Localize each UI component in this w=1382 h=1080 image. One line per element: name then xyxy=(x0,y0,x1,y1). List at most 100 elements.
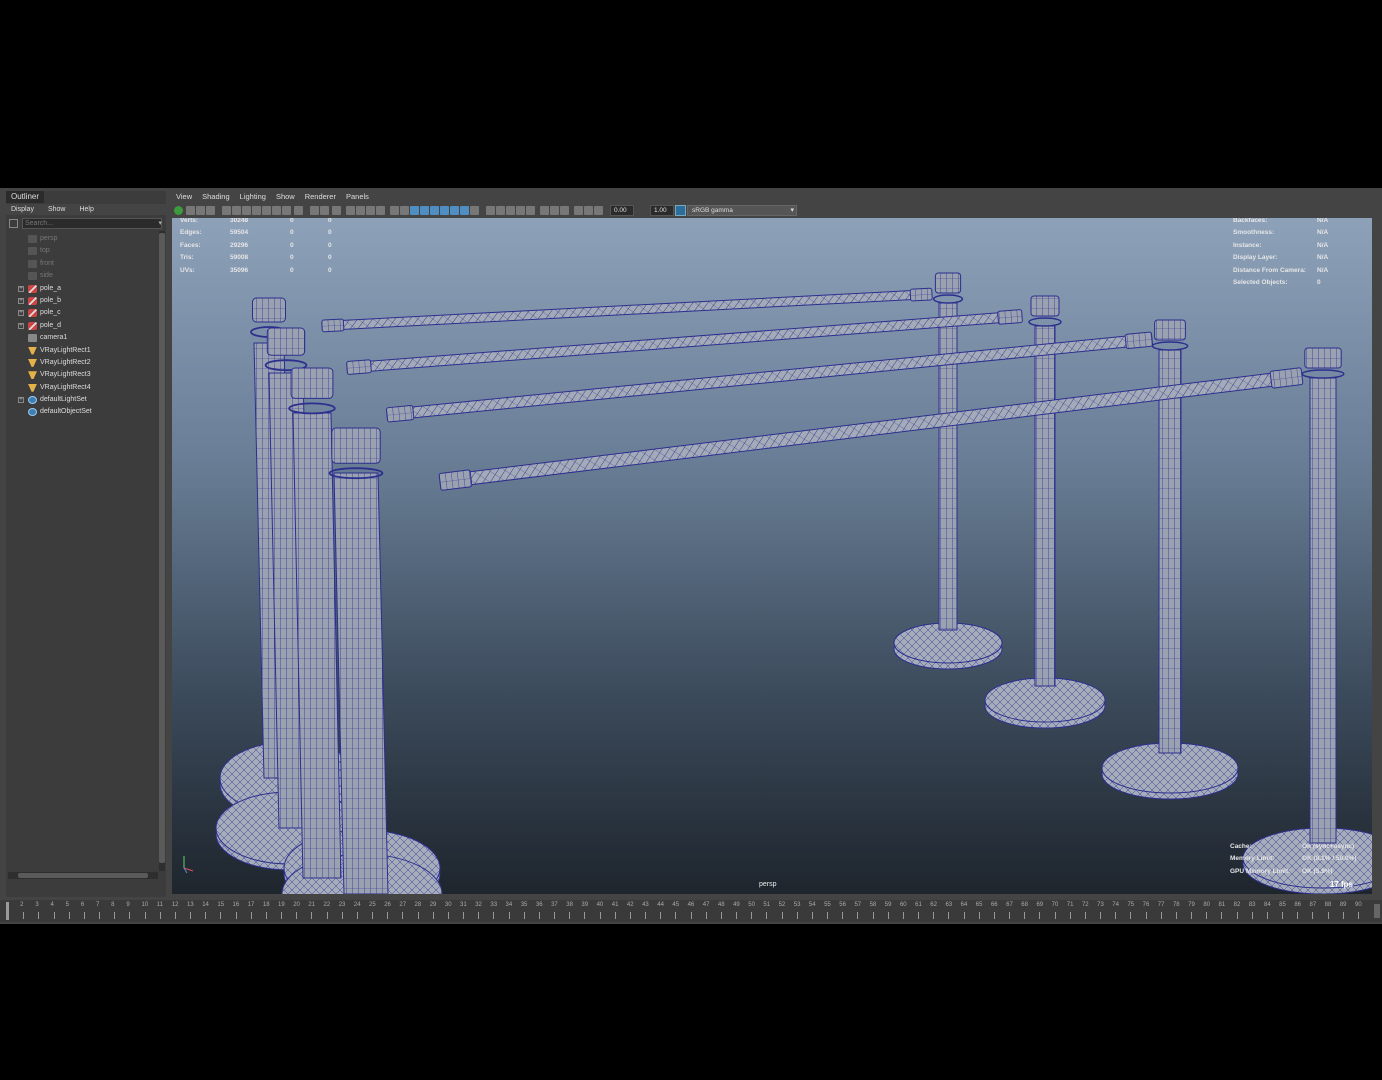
toolbar-button-icon[interactable] xyxy=(206,206,215,215)
outliner-item-VRayLightRect3[interactable]: VRayLightRect3 xyxy=(6,369,156,381)
toolbar-button-icon[interactable] xyxy=(540,206,549,215)
toolbar-button-icon[interactable] xyxy=(272,206,281,215)
time-slider[interactable]: 2 3 4 5 6 7 8 9 10 11 12 13 14 15 16 17 18 19 20 21 22 23 24 25… xyxy=(0,900,1382,922)
frame-number: 58 xyxy=(869,902,877,908)
toolbar-button-icon[interactable] xyxy=(174,206,183,215)
expand-icon[interactable]: + xyxy=(18,297,24,304)
outliner-item-pole_d[interactable]: + pole_d xyxy=(6,320,156,332)
frame-tick xyxy=(281,912,283,919)
expand-icon[interactable]: + xyxy=(18,397,24,404)
outliner-tab[interactable]: Outliner xyxy=(6,191,45,203)
frame-number: 52 xyxy=(778,902,786,908)
frame-number: 24 xyxy=(353,902,361,908)
frame-tick xyxy=(857,912,859,919)
toolbar-button-icon[interactable] xyxy=(262,206,271,215)
panel-menu-view[interactable]: View xyxy=(176,192,192,201)
toolbar-button-icon[interactable] xyxy=(440,206,449,215)
toolbar-button-icon[interactable] xyxy=(366,206,375,215)
toolbar-button-icon[interactable] xyxy=(450,206,459,215)
toolbar-button-icon[interactable] xyxy=(486,206,495,215)
outliner-item-camera1[interactable]: camera1 xyxy=(6,332,156,344)
outliner-item-pole_b[interactable]: + pole_b xyxy=(6,295,156,307)
expand-icon[interactable]: + xyxy=(18,310,24,317)
set-icon xyxy=(28,396,37,405)
color-space-dropdown[interactable]: sRGB gamma ▾ xyxy=(687,205,797,216)
toolbar-button-icon[interactable] xyxy=(294,206,303,215)
outliner-item-defaultObjectSet[interactable]: defaultObjectSet xyxy=(6,406,156,418)
toolbar-button-icon[interactable] xyxy=(584,206,593,215)
toolbar-button-icon[interactable] xyxy=(232,206,241,215)
toolbar-button-icon[interactable] xyxy=(196,206,205,215)
toolbar-button-icon[interactable] xyxy=(186,206,195,215)
area-light-icon xyxy=(28,383,37,392)
panel-menu-shading[interactable]: Shading xyxy=(202,192,230,201)
outliner-menu-help[interactable]: Help xyxy=(79,206,93,213)
frame-tick xyxy=(83,912,85,919)
frame-tick xyxy=(933,912,935,919)
panel-menu-show[interactable]: Show xyxy=(276,192,295,201)
expand-icon[interactable]: + xyxy=(18,322,24,329)
toolbar-button-icon[interactable] xyxy=(320,206,329,215)
stanchion-ring xyxy=(1028,317,1062,327)
toolbar-button-icon[interactable] xyxy=(310,206,319,215)
toolbar-button-icon[interactable] xyxy=(516,206,525,215)
toolbar-button-icon[interactable] xyxy=(222,206,231,215)
outliner-item-pole_c[interactable]: + pole_c xyxy=(6,307,156,319)
outliner-item-pole_a[interactable]: + pole_a xyxy=(6,283,156,295)
panel-menu-renderer[interactable]: Renderer xyxy=(305,192,336,201)
frame-number: 72 xyxy=(1081,902,1089,908)
expand-icon[interactable]: + xyxy=(18,285,24,292)
toolbar-button-icon[interactable] xyxy=(550,206,559,215)
toolbar-button-icon[interactable] xyxy=(506,206,515,215)
outliner-item-defaultLightSet[interactable]: + defaultLightSet xyxy=(6,394,156,406)
toolbar-button-icon[interactable] xyxy=(594,206,603,215)
time-ruler[interactable]: 2 3 4 5 6 7 8 9 10 11 12 13 14 15 16 17 18 19 20 21 22 23 24 25… xyxy=(8,900,1362,922)
exposure-field[interactable]: 0.00 xyxy=(610,205,634,216)
panel-menu-panels[interactable]: Panels xyxy=(346,192,369,201)
chevron-down-icon[interactable]: ▾ xyxy=(158,219,162,227)
outliner-menu-display[interactable]: Display xyxy=(11,206,34,213)
toolbar-button-icon[interactable] xyxy=(346,206,355,215)
outliner-item-side[interactable]: side xyxy=(6,270,156,282)
outliner-item-top[interactable]: top xyxy=(6,245,156,257)
toolbar-button-icon[interactable] xyxy=(420,206,429,215)
time-slider-end-handle[interactable] xyxy=(1374,904,1380,918)
3d-viewport[interactable]: Verts: 30248 0 0 Edges: 59504 0 0 Faces: 29296 0 0 T… xyxy=(172,218,1372,894)
panel-menu-lighting[interactable]: Lighting xyxy=(240,192,266,201)
toolbar-button-icon[interactable] xyxy=(470,206,479,215)
outliner-item-VRayLightRect1[interactable]: VRayLightRect1 xyxy=(6,345,156,357)
toolbar-button-icon[interactable] xyxy=(460,206,469,215)
toolbar-button-icon[interactable] xyxy=(400,206,409,215)
toolbar-button-icon[interactable] xyxy=(560,206,569,215)
frame-tick xyxy=(993,912,995,919)
toolbar-button-icon[interactable] xyxy=(252,206,261,215)
outliner-menu-show[interactable]: Show xyxy=(48,206,66,213)
toolbar-button-icon[interactable] xyxy=(390,206,399,215)
outliner-horizontal-scroll-thumb[interactable] xyxy=(18,873,148,878)
toolbar-button-icon[interactable] xyxy=(356,206,365,215)
hud-label: Display Layer: xyxy=(1233,254,1278,262)
gamma-field[interactable]: 1.00 xyxy=(650,205,674,216)
outliner-item-VRayLightRect2[interactable]: VRayLightRect2 xyxy=(6,357,156,369)
area-light-icon xyxy=(28,371,37,380)
toolbar-button-icon[interactable] xyxy=(410,206,419,215)
toolbar-button-icon[interactable] xyxy=(282,206,291,215)
outliner-search-input[interactable] xyxy=(22,218,162,229)
outliner-vertical-scroll-thumb[interactable] xyxy=(159,233,165,863)
toolbar-button-icon[interactable] xyxy=(376,206,385,215)
current-time-indicator[interactable] xyxy=(6,902,9,920)
toolbar-button-icon[interactable] xyxy=(242,206,251,215)
toolbar-button-icon[interactable] xyxy=(430,206,439,215)
toolbar-button-icon[interactable] xyxy=(574,206,583,215)
frame-number: 47 xyxy=(702,902,710,908)
outliner-item-front[interactable]: front xyxy=(6,258,156,270)
outliner-item-VRayLightRect4[interactable]: VRayLightRect4 xyxy=(6,382,156,394)
hud-row: Instance: N/A xyxy=(1233,240,1358,252)
toolbar-button-icon[interactable] xyxy=(332,206,341,215)
toolbar-button-icon[interactable] xyxy=(526,206,535,215)
toolbar-button-icon[interactable] xyxy=(496,206,505,215)
filter-icon[interactable] xyxy=(9,219,18,228)
frame-tick xyxy=(114,912,116,919)
outliner-item-persp[interactable]: persp xyxy=(6,233,156,245)
color-management-icon[interactable] xyxy=(675,205,686,216)
